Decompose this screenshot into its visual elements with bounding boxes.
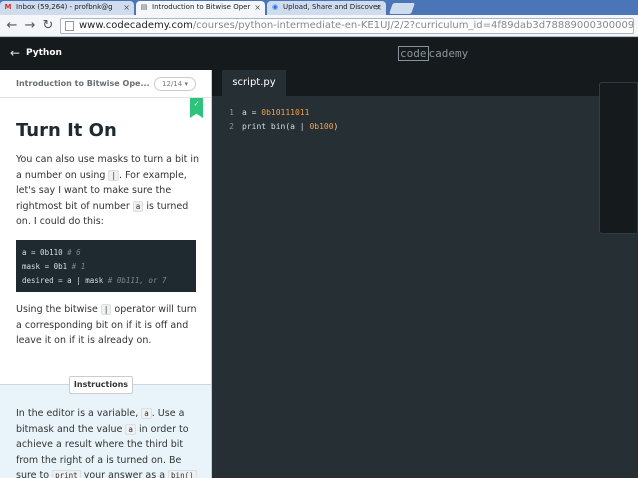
inline-code: a	[132, 200, 144, 212]
inline-code: |	[108, 169, 119, 181]
app-header: ← Python code cademy	[0, 38, 638, 70]
inline-code: bin()	[168, 470, 197, 478]
url-host: www.codecademy.com	[79, 20, 193, 31]
chevron-down-icon: ▾	[184, 80, 188, 88]
close-icon[interactable]: ×	[123, 1, 130, 14]
inline-code: |	[100, 304, 112, 315]
inline-code: print	[52, 470, 81, 478]
editor-tab-bar: script.py	[212, 70, 638, 96]
instructions-label: Instructions	[69, 376, 133, 394]
close-icon[interactable]: ×	[375, 1, 382, 14]
browser-tab-gmail[interactable]: M Inbox (59,264) - profbnk@g ×	[0, 1, 134, 15]
inline-code: a	[125, 423, 136, 435]
lesson-paragraph: Using the bitwise | operator will turn a…	[16, 304, 197, 346]
tab-title: Introduction to Bitwise Oper	[152, 3, 251, 11]
close-icon[interactable]: ×	[254, 1, 261, 14]
browser-tab-strip: M Inbox (59,264) - profbnk@g × ▤ Introdu…	[0, 0, 638, 15]
codecademy-logo[interactable]: code cademy	[398, 46, 468, 61]
inline-code: a	[141, 408, 152, 419]
line-number-gutter: 1 2	[229, 108, 234, 131]
reload-icon[interactable]: ↻	[40, 18, 56, 34]
code-editor[interactable]: 1 2 a = 0b10111011 print bin(a | 0b100)	[212, 96, 638, 478]
lesson-title[interactable]: Introduction to Bitwise Ope...	[16, 79, 150, 88]
code-line[interactable]: a = 0b10111011	[242, 106, 338, 120]
tab-script-py[interactable]: script.py	[222, 70, 286, 96]
back-arrow-icon[interactable]: ←	[4, 18, 20, 34]
instructions-text: In the editor is a variable, a. Use a bi…	[16, 406, 200, 478]
lesson-panel-header: Introduction to Bitwise Ope... 12/14 ▾	[0, 70, 211, 98]
page-icon: ▤	[140, 3, 148, 11]
browser-toolbar: ← → ↻ www.codecademy.com/courses/python-…	[0, 15, 638, 37]
code-lines[interactable]: a = 0b10111011 print bin(a | 0b100)	[242, 106, 338, 134]
code-line[interactable]: print bin(a | 0b100)	[242, 120, 338, 134]
exercise-heading: Turn It On	[16, 120, 117, 141]
lesson-panel: Introduction to Bitwise Ope... 12/14 ▾ ✓…	[0, 70, 212, 478]
course-title[interactable]: Python	[26, 48, 62, 58]
page-icon	[65, 21, 74, 31]
checkmark-icon: ✓	[190, 98, 203, 118]
forward-arrow-icon[interactable]: →	[22, 18, 38, 34]
browser-tab-upload[interactable]: ◉ Upload, Share and Discover ×	[267, 1, 386, 15]
new-tab-button[interactable]	[388, 3, 416, 14]
example-code-block: a = 0b110 # 6 mask = 0b1 # 1 desired = a…	[16, 240, 196, 292]
tab-title: Inbox (59,264) - profbnk@g	[16, 3, 113, 11]
address-bar[interactable]: www.codecademy.com/courses/python-interm…	[60, 18, 634, 34]
progress-dropdown[interactable]: 12/14 ▾	[154, 77, 196, 91]
globe-icon: ◉	[271, 3, 279, 11]
lesson-paragraph: You can also use masks to turn a bit in …	[16, 154, 200, 227]
back-arrow-icon[interactable]: ←	[10, 46, 20, 60]
gmail-icon: M	[4, 3, 12, 11]
browser-tab-codecademy[interactable]: ▤ Introduction to Bitwise Oper ×	[136, 1, 265, 15]
tab-title: Upload, Share and Discover	[283, 3, 381, 11]
output-panel[interactable]	[599, 82, 638, 234]
url-path: /courses/python-intermediate-en-KE1UJ/2/…	[192, 20, 634, 31]
